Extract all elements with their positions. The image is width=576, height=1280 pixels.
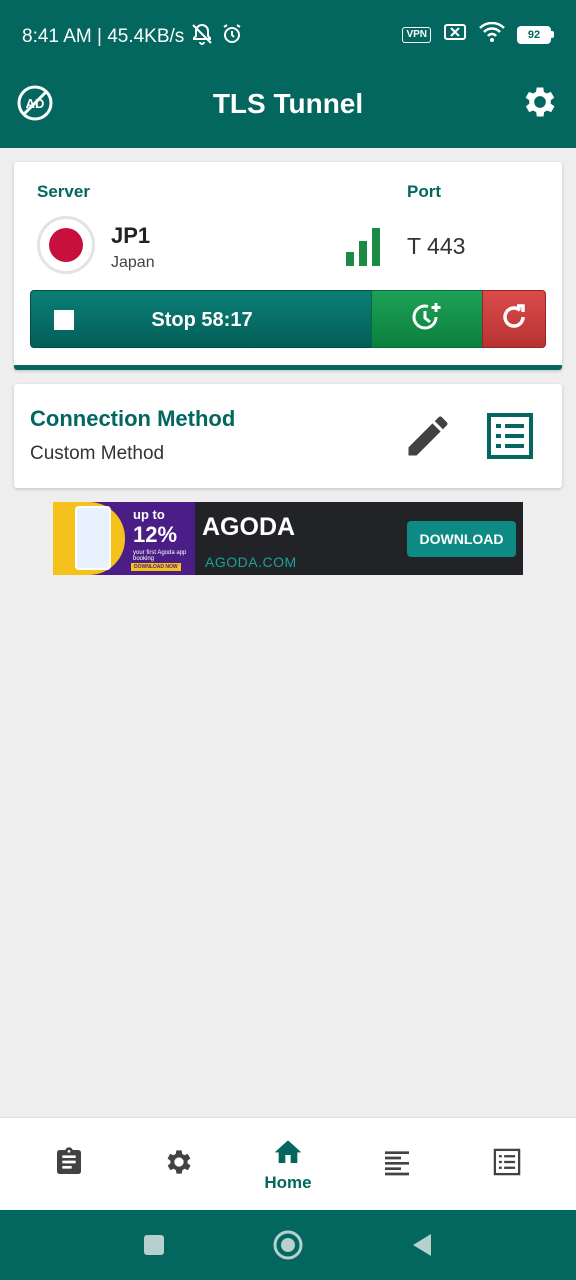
app-bar: AD TLS Tunnel — [0, 70, 576, 148]
clock-plus-icon — [410, 300, 444, 339]
japan-flag-icon[interactable] — [37, 216, 95, 274]
server-card: Server Port JP1 Japan T 443 Stop 58:17 — [14, 162, 562, 370]
signal-bars-icon — [344, 226, 384, 268]
refresh-button[interactable] — [482, 290, 546, 348]
refresh-icon — [499, 302, 529, 337]
ad-phone-graphic — [75, 506, 111, 570]
ad-title: AGODA — [202, 513, 296, 541]
stop-button[interactable]: Stop 58:17 — [30, 290, 374, 348]
ad-promo-upto: up to — [133, 507, 165, 522]
battery-icon: 92 — [517, 25, 554, 44]
nav-item-text[interactable] — [342, 1118, 452, 1211]
flag-disc — [49, 228, 83, 262]
recents-square-icon[interactable] — [137, 1228, 171, 1262]
battery-tip — [551, 31, 554, 38]
connection-controls: Stop 58:17 — [30, 290, 546, 348]
gear-icon[interactable] — [520, 82, 560, 122]
ad-promo-cta: DOWNLOAD NOW — [131, 563, 181, 571]
ad-download-button[interactable]: DOWNLOAD — [407, 521, 516, 557]
port-label: Port — [407, 182, 441, 201]
system-nav-bar — [0, 1210, 576, 1280]
alarm-icon — [220, 22, 244, 52]
status-right: VPN 92 — [402, 21, 554, 47]
pencil-icon[interactable] — [402, 410, 454, 462]
list-icon[interactable] — [484, 410, 536, 462]
nav-item-list[interactable] — [452, 1118, 562, 1211]
gear-icon — [163, 1146, 195, 1183]
server-name[interactable]: JP1 — [111, 223, 150, 249]
text-lines-icon — [381, 1146, 413, 1183]
ad-promo-percent: 12% — [133, 522, 178, 547]
ad-domain: AGODA.COM — [205, 554, 297, 570]
wifi-icon — [479, 21, 505, 47]
port-value[interactable]: T 443 — [407, 233, 465, 260]
ad-image: up to 12% your first Agoda app booking D… — [53, 502, 195, 575]
add-time-button[interactable] — [371, 290, 483, 348]
clipboard-icon — [53, 1146, 85, 1183]
mute-bell-icon — [190, 22, 214, 52]
status-time-speed: 8:41 AM | 45.4KB/s — [22, 26, 185, 47]
connection-method-card[interactable]: Connection Method Custom Method — [14, 384, 562, 488]
page-title: TLS Tunnel — [212, 88, 364, 119]
home-circle-icon[interactable] — [271, 1228, 305, 1262]
bottom-nav: Home — [0, 1117, 576, 1210]
battery-level: 92 — [517, 25, 551, 44]
status-left: 8:41 AM | 45.4KB/s — [22, 22, 244, 52]
ad-promo-desc: your first Agoda app booking — [133, 550, 187, 562]
vpn-icon: VPN — [402, 26, 431, 43]
stop-button-label: Stop 58:17 — [151, 309, 253, 331]
connection-method-title: Connection Method — [30, 406, 236, 431]
status-bar: 8:41 AM | 45.4KB/s VPN 92 — [0, 0, 576, 70]
nav-item-home[interactable]: Home — [233, 1118, 343, 1211]
back-triangle-icon[interactable] — [405, 1228, 439, 1262]
server-label: Server — [37, 182, 90, 201]
list-icon — [492, 1147, 522, 1182]
card-accent-line — [14, 365, 562, 370]
ad-banner[interactable]: up to 12% your first Agoda app booking D… — [53, 502, 523, 575]
nav-item-logs[interactable] — [14, 1118, 124, 1211]
server-country: Japan — [111, 254, 155, 271]
no-sim-icon — [443, 22, 467, 47]
connection-method-value: Custom Method — [30, 443, 165, 464]
nav-label-home: Home — [264, 1173, 312, 1192]
nav-item-settings[interactable] — [124, 1118, 234, 1211]
home-icon — [272, 1136, 304, 1171]
